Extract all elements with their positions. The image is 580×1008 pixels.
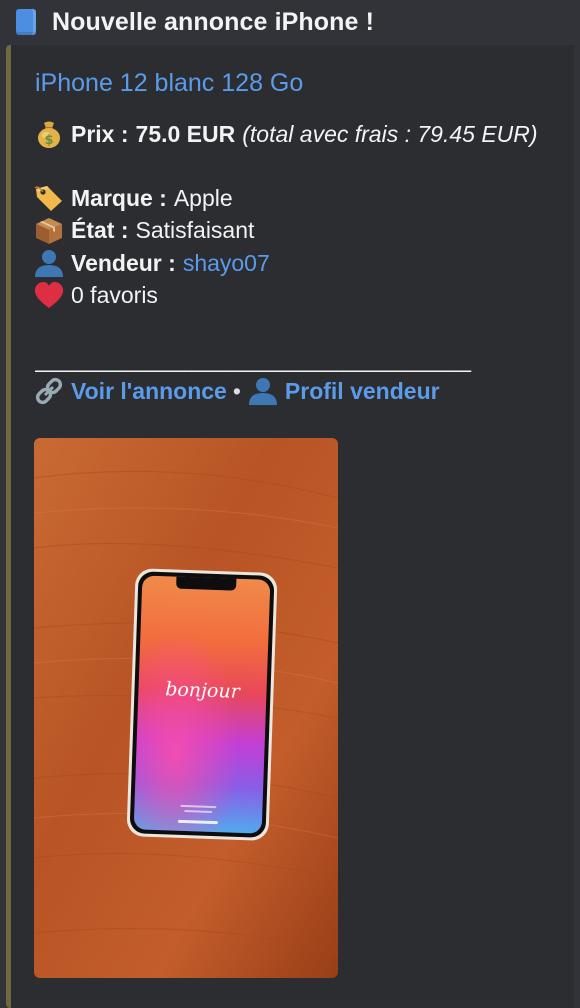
brand-label: Marque :	[71, 185, 167, 211]
listing-embed: iPhone 12 blanc 128 Go $ Prix : 75.0 EUR…	[6, 45, 574, 1008]
person-silhouette-icon	[248, 378, 277, 405]
favorites-count: 0 favoris	[71, 282, 158, 308]
seller-profile-link[interactable]: Profil vendeur	[285, 375, 440, 407]
view-listing-link[interactable]: Voir l'annonce	[71, 375, 227, 407]
price-value: 75.0 EUR	[135, 121, 236, 147]
message-title: Nouvelle annonce iPhone !	[52, 7, 374, 36]
blue-square-icon	[16, 9, 36, 35]
price-label: Prix :	[71, 121, 129, 147]
link-separator: •	[232, 378, 241, 404]
condition-value: Satisfaisant	[135, 217, 255, 243]
price-line: $ Prix : 75.0 EUR (total avec frais : 79…	[33, 119, 538, 149]
money-bag-icon: $	[38, 121, 60, 148]
discord-message: Nouvelle annonce iPhone ! iPhone 12 blan…	[0, 0, 580, 1008]
screen-greeting: bonjour	[165, 678, 242, 703]
condition-line: État : Satisfaisant	[33, 215, 254, 245]
brand-value: Apple	[173, 185, 233, 211]
package-icon	[36, 218, 62, 244]
svg-text:$: $	[44, 133, 53, 148]
seller-line: Vendeur : shayo07	[33, 248, 270, 278]
person-silhouette-icon	[35, 250, 63, 277]
red-heart-icon	[34, 282, 64, 308]
listing-photo-image: bonjour	[34, 438, 338, 978]
seller-label: Vendeur :	[71, 250, 176, 276]
price-tag-icon	[34, 186, 62, 211]
seller-link[interactable]: shayo07	[183, 248, 270, 278]
price-total-note: (total avec frais : 79.45 EUR)	[242, 121, 538, 147]
condition-label: État :	[71, 217, 129, 243]
embed-title-link[interactable]: iPhone 12 blanc 128 Go	[35, 67, 303, 99]
favorites-line: 0 favoris	[33, 280, 158, 310]
listing-photo[interactable]: bonjour	[34, 438, 338, 978]
embed-accent-bar	[6, 45, 11, 1008]
link-icon	[35, 377, 63, 405]
message-header: Nouvelle annonce iPhone !	[16, 6, 374, 38]
brand-line: Marque : Apple	[33, 183, 233, 213]
links-line: Voir l'annonce • Profil vendeur	[33, 375, 440, 407]
